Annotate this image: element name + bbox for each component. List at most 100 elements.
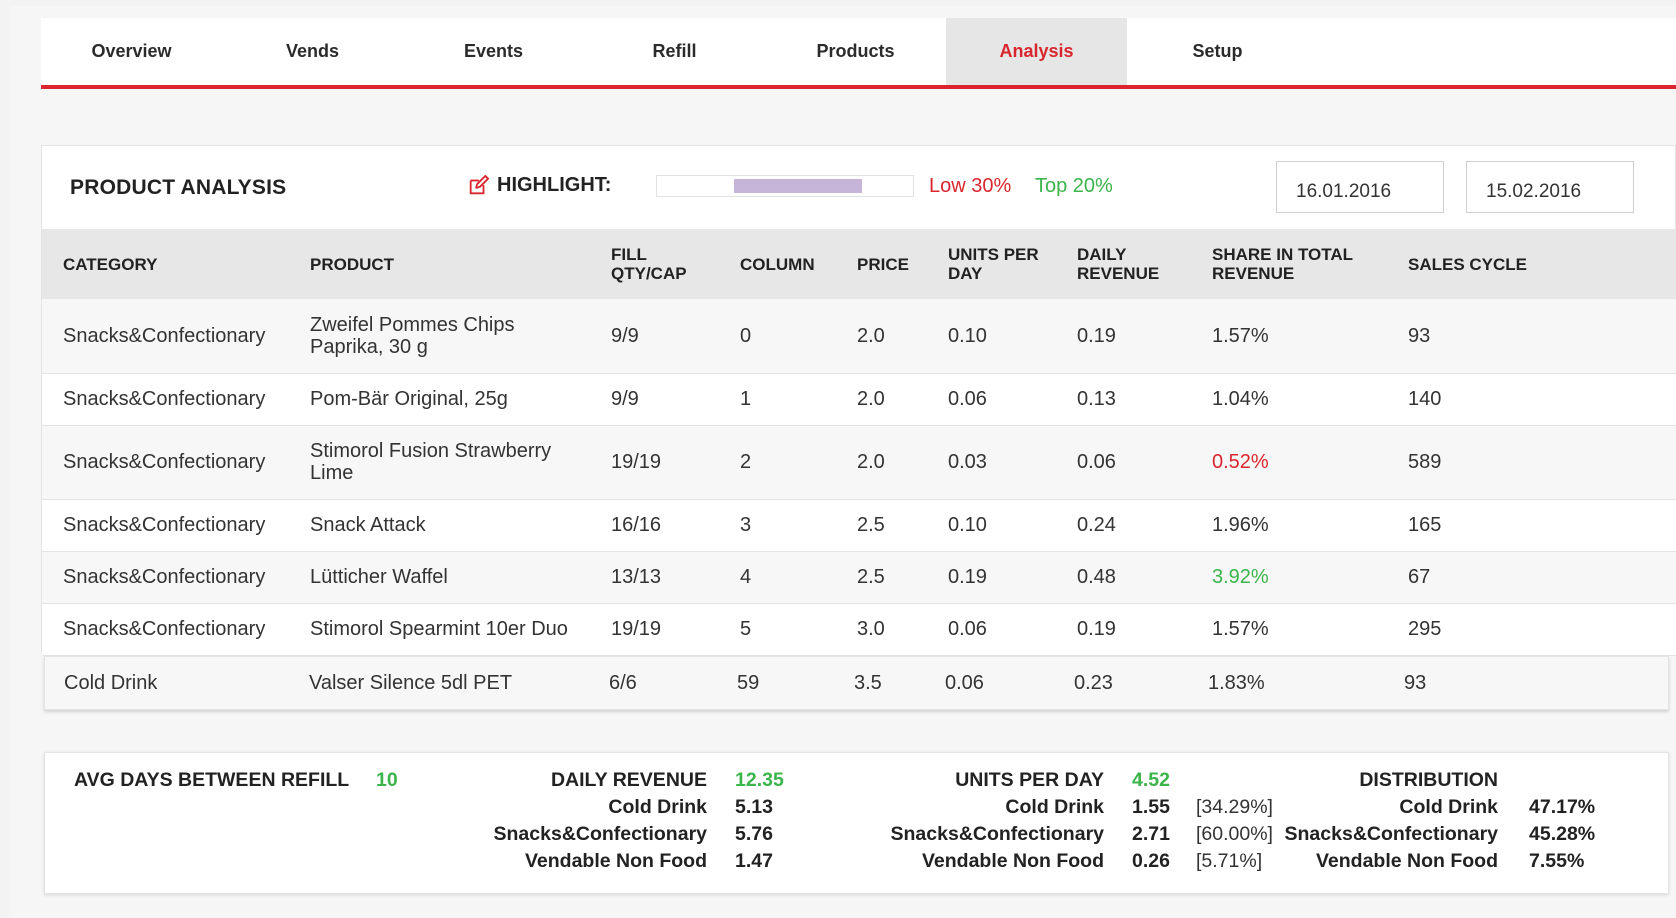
- cell-cycle: 295: [1387, 603, 1676, 656]
- units-per-day-label: UNITS PER DAY: [955, 769, 1104, 791]
- product-analysis-card: PRODUCT ANALYSIS HIGHLIGHT: Low 30% Top …: [41, 145, 1676, 656]
- cell-revenue: 0.23: [1074, 672, 1113, 694]
- table-row[interactable]: Snacks&Confectionary Pom-Bär Original, 2…: [42, 373, 1676, 426]
- cell-price: 2.5: [836, 499, 927, 552]
- date-from-input[interactable]: [1276, 161, 1444, 213]
- cell-category: Snacks&Confectionary: [42, 603, 289, 656]
- tab-setup[interactable]: Setup: [1127, 18, 1308, 85]
- cell-units: 0.19: [927, 551, 1056, 604]
- highlight-range-fill[interactable]: [733, 179, 862, 193]
- cell-fill: 13/13: [590, 551, 719, 604]
- cell-cycle: 93: [1404, 672, 1427, 694]
- col-header-column[interactable]: COLUMN: [719, 229, 836, 299]
- summary-panel: AVG DAYS BETWEEN REFILL 10 DAILY REVENUE…: [44, 752, 1669, 894]
- cell-cycle: 93: [1387, 299, 1676, 374]
- cell-fill: 19/19: [590, 603, 719, 656]
- cell-column: 2: [719, 425, 836, 500]
- cell-category: Snacks&Confectionary: [42, 425, 289, 500]
- table-header-row: CATEGORY PRODUCT FILL QTY/CAP COLUMN PRI…: [42, 229, 1676, 299]
- distribution-item-label: Vendable Non Food: [1315, 850, 1498, 872]
- low-percent-label: Low 30%: [929, 175, 1012, 197]
- card-header: PRODUCT ANALYSIS HIGHLIGHT: Low 30% Top …: [42, 146, 1675, 229]
- tab-products[interactable]: Products: [765, 18, 946, 85]
- avg-days-label: AVG DAYS BETWEEN REFILL: [74, 769, 350, 791]
- cell-cycle: 67: [1387, 551, 1676, 604]
- distribution-item-value: 47.17%: [1529, 796, 1596, 818]
- cell-units: 0.06: [927, 373, 1056, 426]
- cell-units: 0.10: [927, 499, 1056, 552]
- distribution-item-label: Snacks&Confectionary: [1284, 823, 1498, 845]
- cell-category: Snacks&Confectionary: [42, 373, 289, 426]
- date-to-input[interactable]: [1466, 161, 1634, 213]
- cell-column: 4: [719, 551, 836, 604]
- units-item-percent: [60.00%]: [1196, 823, 1273, 845]
- cell-price: 2.0: [836, 299, 927, 374]
- cell-share-low: 0.52%: [1191, 425, 1387, 500]
- cell-price: 2.0: [836, 425, 927, 500]
- daily-revenue-total: 12.35: [735, 769, 784, 791]
- distribution-item-label: Cold Drink: [1399, 796, 1498, 818]
- cell-share: 1.83%: [1208, 672, 1265, 694]
- col-header-revenue[interactable]: DAILY REVENUE: [1056, 229, 1191, 299]
- tab-vends[interactable]: Vends: [222, 18, 403, 85]
- cell-fill: 6/6: [609, 672, 637, 694]
- col-header-product[interactable]: PRODUCT: [289, 229, 590, 299]
- cell-revenue: 0.13: [1056, 373, 1191, 426]
- col-header-units[interactable]: UNITS PER DAY: [927, 229, 1056, 299]
- daily-revenue-item-label: Vendable Non Food: [524, 850, 707, 872]
- highlight-range-slider[interactable]: [656, 175, 914, 197]
- units-item-label: Snacks&Confectionary: [890, 823, 1104, 845]
- col-header-fill[interactable]: FILL QTY/CAP: [590, 229, 719, 299]
- col-header-category[interactable]: CATEGORY: [42, 229, 289, 299]
- cell-price: 2.5: [836, 551, 927, 604]
- cell-product: Pom-Bär Original, 25g: [289, 373, 590, 426]
- page-title: PRODUCT ANALYSIS: [70, 176, 287, 199]
- units-item-label: Vendable Non Food: [921, 850, 1104, 872]
- cell-cycle: 140: [1387, 373, 1676, 426]
- cell-column: 1: [719, 373, 836, 426]
- units-per-day-total: 4.52: [1132, 769, 1170, 791]
- table-row[interactable]: Snacks&Confectionary Snack Attack 16/16 …: [42, 499, 1676, 552]
- distribution-label: DISTRIBUTION: [1359, 769, 1498, 791]
- cell-column: 59: [737, 672, 760, 694]
- cell-price: 3.0: [836, 603, 927, 656]
- cell-units: 0.06: [927, 603, 1056, 656]
- daily-revenue-item-value: 5.76: [735, 823, 773, 845]
- tab-analysis[interactable]: Analysis: [946, 18, 1127, 85]
- cell-share: 1.04%: [1191, 373, 1387, 426]
- table-row-floating[interactable]: Cold Drink Valser Silence 5dl PET 6/6 59…: [44, 656, 1669, 710]
- cell-revenue: 0.19: [1056, 299, 1191, 374]
- tab-refill[interactable]: Refill: [584, 18, 765, 85]
- cell-share: 1.57%: [1191, 299, 1387, 374]
- distribution-item-value: 45.28%: [1529, 823, 1596, 845]
- cell-fill: 19/19: [590, 425, 719, 500]
- cell-fill: 9/9: [590, 373, 719, 426]
- table-row[interactable]: Snacks&Confectionary Stimorol Spearmint …: [42, 603, 1676, 656]
- cell-price: 3.5: [854, 672, 882, 694]
- edit-icon[interactable]: [467, 174, 489, 197]
- daily-revenue-item-label: Snacks&Confectionary: [493, 823, 707, 845]
- cell-category: Snacks&Confectionary: [42, 551, 289, 604]
- tab-events[interactable]: Events: [403, 18, 584, 85]
- avg-days-value: 10: [376, 769, 398, 791]
- table-row[interactable]: Snacks&Confectionary Lütticher Waffel 13…: [42, 551, 1676, 604]
- cell-product: Zweifel Pommes Chips Paprika, 30 g: [289, 299, 590, 374]
- cell-category: Cold Drink: [64, 672, 158, 694]
- cell-cycle: 165: [1387, 499, 1676, 552]
- cell-product: Lütticher Waffel: [289, 551, 590, 604]
- top-percent-label: Top 20%: [1035, 175, 1113, 197]
- col-header-price[interactable]: PRICE: [836, 229, 927, 299]
- table-row[interactable]: Snacks&Confectionary Zweifel Pommes Chip…: [42, 299, 1676, 374]
- cell-share: 1.96%: [1191, 499, 1387, 552]
- cell-units: 0.06: [945, 672, 984, 694]
- cell-column: 0: [719, 299, 836, 374]
- product-analysis-table: CATEGORY PRODUCT FILL QTY/CAP COLUMN PRI…: [42, 229, 1676, 656]
- cell-revenue: 0.19: [1056, 603, 1191, 656]
- table-row[interactable]: Snacks&Confectionary Stimorol Fusion Str…: [42, 425, 1676, 500]
- units-item-value: 2.71: [1132, 823, 1170, 845]
- cell-category: Snacks&Confectionary: [42, 499, 289, 552]
- col-header-share[interactable]: SHARE IN TOTAL REVENUE: [1191, 229, 1387, 299]
- col-header-cycle[interactable]: SALES CYCLE: [1387, 229, 1676, 299]
- cell-share: 1.57%: [1191, 603, 1387, 656]
- tab-overview[interactable]: Overview: [41, 18, 222, 85]
